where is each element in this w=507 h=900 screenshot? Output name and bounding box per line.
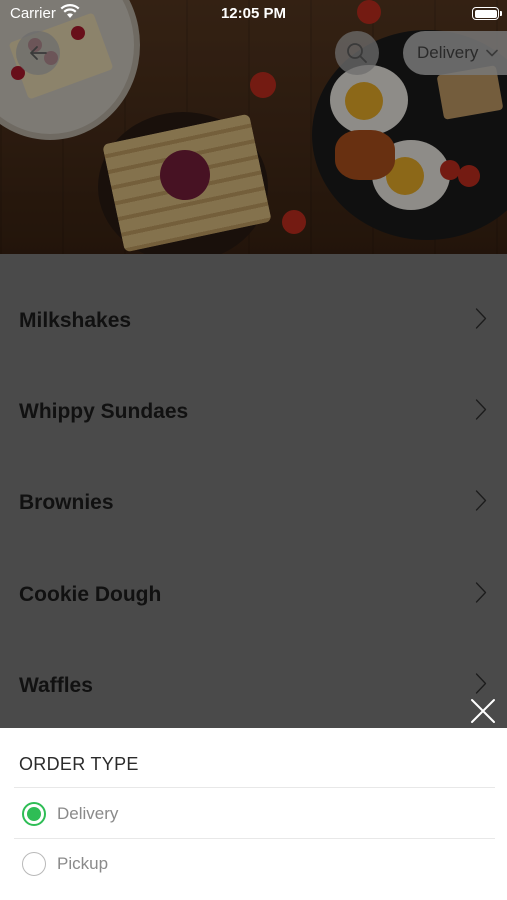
option-label: Pickup — [57, 854, 109, 873]
category-list: Milkshakes Whippy Sundaes Brownies Cooki… — [0, 254, 507, 728]
search-icon — [347, 43, 367, 63]
chevron-right-icon — [475, 582, 487, 609]
category-item-cookie-dough[interactable]: Cookie Dough — [0, 549, 507, 641]
order-type-dropdown[interactable]: Delivery — [403, 31, 507, 75]
radio-selected-icon[interactable] — [22, 802, 46, 826]
option-label: Delivery — [57, 804, 119, 823]
close-icon — [471, 699, 495, 723]
category-item-whippy-sundaes[interactable]: Whippy Sundaes — [0, 366, 507, 458]
close-sheet-button[interactable] — [466, 694, 500, 728]
category-label: Brownies — [19, 491, 114, 514]
divider — [14, 838, 495, 839]
chevron-right-icon — [475, 308, 487, 335]
chevron-right-icon — [475, 399, 487, 426]
sheet-title: ORDER TYPE — [19, 754, 139, 774]
category-item-waffles[interactable]: Waffles — [0, 640, 507, 732]
status-bar: Carrier 12:05 PM — [0, 0, 507, 28]
order-option-pickup[interactable]: Pickup — [14, 840, 495, 888]
category-label: Milkshakes — [19, 309, 132, 332]
category-label: Whippy Sundaes — [19, 400, 189, 423]
category-item-milkshakes[interactable]: Milkshakes — [0, 275, 507, 367]
back-button[interactable] — [16, 31, 60, 75]
status-time: 12:05 PM — [220, 5, 287, 22]
category-label: Waffles — [19, 674, 93, 697]
battery-icon — [472, 7, 502, 20]
search-button[interactable] — [335, 31, 379, 75]
category-item-brownies[interactable]: Brownies — [0, 457, 507, 549]
arrow-left-icon — [30, 46, 47, 60]
order-type-sheet: ORDER TYPE Delivery Pickup — [0, 728, 507, 900]
order-type-selected: Delivery — [417, 43, 479, 62]
chevron-down-icon — [486, 49, 499, 57]
chevron-right-icon — [475, 490, 487, 517]
order-option-delivery[interactable]: Delivery — [14, 790, 495, 838]
category-label: Cookie Dough — [19, 583, 162, 606]
radio-unselected-icon[interactable] — [22, 852, 46, 876]
divider — [14, 787, 495, 788]
